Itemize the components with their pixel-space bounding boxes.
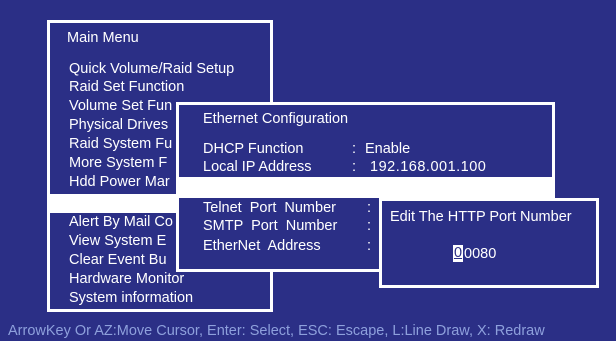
bottom-strip	[0, 341, 616, 346]
ethernet-title: Ethernet Configuration	[203, 111, 349, 127]
menu-item-raid-system[interactable]: Raid System Fu	[69, 135, 172, 153]
menu-item-more-system[interactable]: More System F	[69, 154, 167, 172]
ip-value[interactable]: 192.168.001.100	[370, 158, 486, 176]
telnet-label: Telnet Port Number	[203, 200, 336, 216]
menu-item-quick-volume[interactable]: Quick Volume/Raid Setup	[69, 60, 234, 78]
menu-item-view-events[interactable]: View System E	[69, 232, 166, 250]
ip-separator: :	[352, 159, 357, 175]
http-port-cursor-digit[interactable]: 0	[453, 245, 463, 262]
menu-item-hardware-monitor[interactable]: Hardware Monitor	[69, 270, 184, 288]
http-dialog-title: Edit The HTTP Port Number	[390, 209, 572, 225]
smtp-separator: :	[367, 218, 372, 234]
dhcp-label: DHCP Function	[203, 141, 304, 157]
main-menu-title: Main Menu	[67, 30, 139, 46]
mac-label: EtherNet Address	[203, 238, 321, 254]
menu-item-volume-set[interactable]: Volume Set Fun	[69, 97, 172, 115]
menu-item-system-info[interactable]: System information	[69, 289, 193, 307]
http-port-dialog: Edit The HTTP Port Number 0 0080	[379, 198, 599, 288]
menu-item-hdd-power[interactable]: Hdd Power Mar	[69, 173, 170, 191]
menu-item-alert-mail[interactable]: Alert By Mail Co	[69, 213, 173, 231]
dhcp-separator: :	[352, 141, 357, 157]
dhcp-value[interactable]: Enable	[365, 140, 410, 158]
mac-separator: :	[367, 238, 372, 254]
http-port-row-selected[interactable]	[179, 177, 552, 198]
menu-item-clear-buffer[interactable]: Clear Event Bu	[69, 251, 167, 269]
telnet-separator: :	[367, 200, 372, 216]
ip-label: Local IP Address	[203, 159, 312, 175]
menu-item-physical-drives[interactable]: Physical Drives	[69, 116, 168, 134]
status-bar-text: ArrowKey Or AZ:Move Cursor, Enter: Selec…	[8, 323, 545, 339]
http-port-value: 0080	[464, 246, 497, 262]
menu-item-raid-set[interactable]: Raid Set Function	[69, 78, 184, 96]
smtp-label: SMTP Port Number	[203, 218, 338, 234]
menu-item-ethernet-selected[interactable]	[50, 194, 178, 213]
http-port-input[interactable]: 0 0080	[453, 245, 523, 263]
